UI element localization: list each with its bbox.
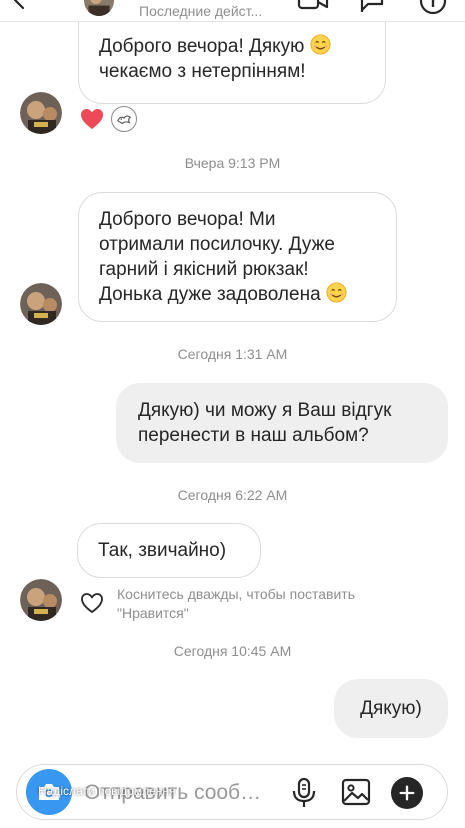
contact-avatar[interactable] [20, 92, 62, 134]
message-text: отримали посилочку. Дуже [99, 234, 335, 255]
microphone-icon [292, 777, 316, 807]
composer-overlay-label: Надіслати повідомлення [38, 784, 176, 798]
timestamp: Вчера 9:13 PM [184, 155, 281, 171]
contact-avatar[interactable] [20, 283, 62, 325]
message-text: Дякую) чи можу я Ваш відгук [138, 400, 392, 421]
more-options-button[interactable] [391, 777, 423, 809]
info-button[interactable] [418, 0, 448, 16]
video-call-button[interactable] [297, 0, 329, 12]
message-text: гарний і якісний рюкзак! [99, 259, 309, 280]
message-bubble-outgoing[interactable]: Дякую) [334, 679, 448, 738]
message-text: Дякую) [360, 698, 422, 719]
message-bubble-incoming[interactable]: Так, звичайно) [77, 523, 261, 578]
smiling-face-icon [326, 282, 347, 303]
heart-outline-icon [81, 593, 103, 614]
message-text: перенести в наш альбом? [138, 425, 369, 446]
heart-icon [81, 109, 103, 129]
heart-reaction[interactable] [80, 108, 104, 130]
flag-icon [360, 0, 384, 12]
chat-header: Последние дейст... [0, 0, 465, 22]
like-button[interactable] [80, 592, 104, 614]
message-text: чекаємо з нетерпінням! [99, 61, 306, 82]
message-text: Доброго вечора! Ми [99, 209, 276, 230]
double-tap-hint: Коснитесь дважды, чтобы поставить "Нрави… [117, 586, 356, 621]
timestamp: Сегодня 10:45 AM [173, 643, 292, 659]
sticker-reaction[interactable] [111, 106, 137, 132]
message-text: Донька дуже задоволена [99, 284, 321, 305]
video-camera-icon [297, 0, 329, 10]
sticker-icon [116, 115, 132, 125]
contact-avatar[interactable] [20, 579, 62, 621]
plus-icon [399, 785, 415, 801]
back-arrow-icon [13, 0, 25, 10]
message-bubble-incoming[interactable]: Доброго вечора! Дякую чекаємо з нетерпін… [78, 22, 386, 104]
contact-avatar[interactable] [84, 0, 114, 16]
gallery-button[interactable] [340, 776, 372, 808]
smiling-face-icon [310, 34, 331, 55]
message-text: Так, звичайно) [98, 540, 227, 561]
info-icon [419, 0, 447, 15]
timestamp: Сегодня 1:31 AM [177, 346, 288, 362]
message-bubble-outgoing[interactable]: Дякую) чи можу я Ваш відгук перенести в … [116, 383, 448, 463]
message-text: Доброго вечора! Дякую [99, 36, 305, 57]
voice-message-button[interactable] [290, 777, 318, 809]
timestamp: Сегодня 6:22 AM [177, 487, 288, 503]
report-button[interactable] [358, 0, 386, 14]
back-button[interactable] [8, 0, 32, 12]
activity-status: Последние дейст... [139, 3, 263, 19]
image-icon [341, 778, 371, 806]
message-bubble-incoming[interactable]: Доброго вечора! Ми отримали посилочку. Д… [78, 192, 397, 322]
